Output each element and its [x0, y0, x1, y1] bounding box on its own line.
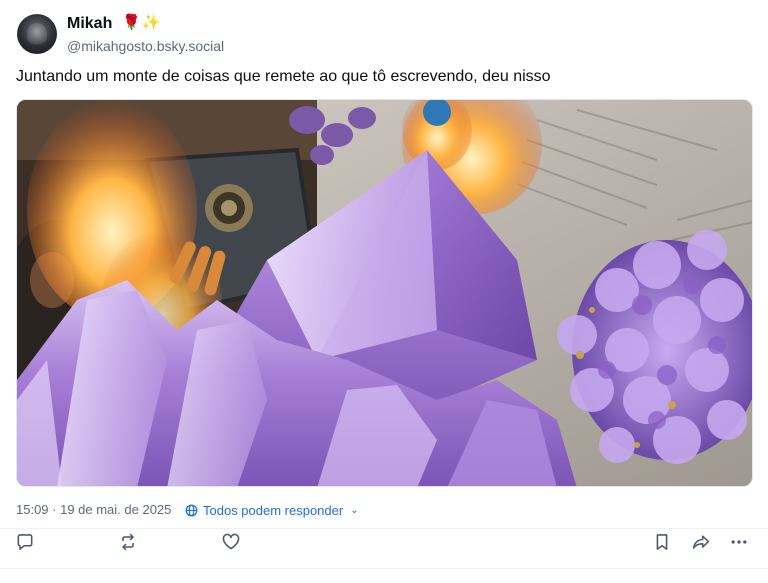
chevron-down-icon: ⌄: [350, 504, 359, 516]
more-options-button[interactable]: [727, 530, 751, 554]
globe-icon: [185, 504, 198, 516]
share-icon: [692, 535, 710, 549]
more-options-icon: [731, 540, 747, 544]
repost-button[interactable]: [116, 530, 140, 554]
post-card: Mikah 🌹✨ @mikahgosto.bsky.social Juntand…: [0, 0, 768, 583]
like-heart-icon: [222, 533, 240, 550]
reply-icon: [17, 534, 33, 550]
repost-icon: [122, 533, 134, 551]
share-button[interactable]: [689, 530, 713, 554]
reply-setting-label: Todos podem responder: [203, 502, 344, 518]
post-timestamp[interactable]: 15:09 · 19 de mai. de 2025: [16, 501, 171, 519]
author-name-emoji: 🌹✨: [122, 14, 162, 31]
bookmark-button[interactable]: [650, 530, 674, 554]
bookmark-icon: [656, 534, 668, 550]
author-display-name[interactable]: Mikah: [67, 14, 112, 34]
amethyst-collage-image: [17, 100, 752, 486]
divider: [0, 528, 768, 529]
bottom-divider: [0, 568, 768, 569]
reply-setting-button[interactable]: Todos podem responder ⌄: [185, 501, 359, 519]
avatar[interactable]: [17, 14, 57, 54]
reply-button[interactable]: [13, 530, 37, 554]
like-button[interactable]: [219, 530, 243, 554]
author-handle[interactable]: @mikahgosto.bsky.social: [67, 37, 224, 55]
post-image[interactable]: [16, 99, 753, 487]
post-text: Juntando um monte de coisas que remete a…: [16, 68, 551, 85]
